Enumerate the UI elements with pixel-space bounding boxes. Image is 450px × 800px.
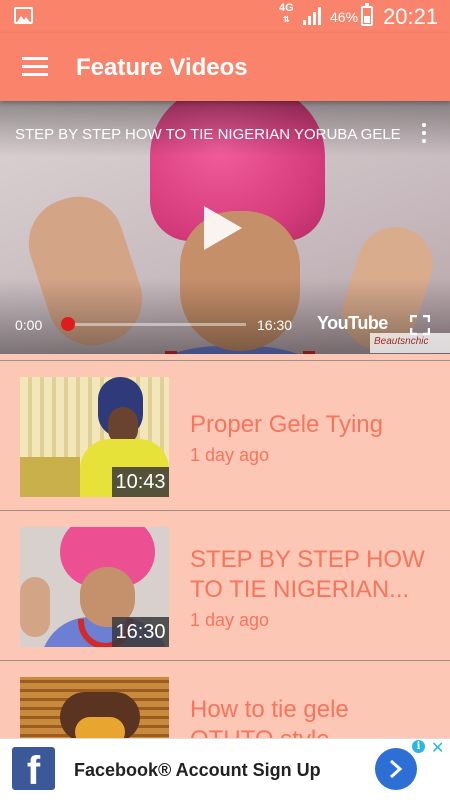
item-title[interactable]: Proper Gele Tying	[190, 410, 430, 440]
seek-handle[interactable]	[61, 317, 75, 331]
battery-percent: 46%	[330, 9, 359, 25]
item-title[interactable]: STEP BY STEP HOW TO TIE NIGERIAN...	[190, 545, 430, 605]
video-list: 10:43 Proper Gele Tying 1 day ago 16:30 …	[0, 360, 450, 800]
app-bar: Feature Videos	[0, 33, 450, 101]
more-options-icon[interactable]	[416, 123, 432, 147]
network-type: 4G	[279, 2, 294, 14]
video-thumbnail[interactable]: 16:30	[20, 527, 169, 647]
video-duration: 16:30	[257, 317, 293, 333]
ad-close-icon[interactable]: ✕	[431, 738, 444, 758]
elapsed-time: 0:00	[15, 317, 43, 333]
fullscreen-icon[interactable]	[410, 315, 430, 335]
list-item[interactable]: 10:43 Proper Gele Tying 1 day ago	[0, 360, 450, 510]
clock: 20:21	[383, 4, 439, 29]
item-title-line2: TO TIE NIGERIAN...	[190, 576, 410, 603]
duration-badge: 16:30	[112, 617, 169, 647]
video-title[interactable]: STEP BY STEP HOW TO TIE NIGERIAN YORUBA …	[15, 126, 405, 143]
battery-icon	[361, 3, 373, 26]
battery-level	[364, 16, 370, 23]
data-activity-icon: ⇅	[282, 15, 290, 24]
youtube-logo[interactable]: YouTube	[317, 313, 388, 334]
list-item[interactable]: 16:30 STEP BY STEP HOW TO TIE NIGERIAN..…	[0, 510, 450, 660]
ad-text[interactable]: Facebook® Account Sign Up	[74, 760, 321, 781]
item-age: 1 day ago	[190, 610, 270, 630]
play-icon[interactable]	[204, 206, 242, 250]
seek-bar[interactable]	[68, 323, 246, 326]
item-age: 1 day ago	[190, 445, 270, 465]
video-thumbnail[interactable]: 10:43	[20, 377, 169, 497]
status-bar: 4G ⇅ 46% 20:21	[0, 0, 450, 33]
network-indicator: 4G ⇅	[279, 3, 294, 25]
item-title-line1: How to tie gele	[190, 696, 349, 723]
page-title: Feature Videos	[76, 54, 248, 81]
channel-watermark: Beautsnchic	[370, 333, 450, 353]
signal-icon	[303, 7, 321, 25]
item-title-line1: STEP BY STEP HOW	[190, 546, 425, 573]
ad-open-button[interactable]	[375, 748, 417, 790]
duration-badge: 10:43	[112, 467, 169, 497]
ad-banner[interactable]: f Facebook® Account Sign Up i ✕	[0, 738, 450, 800]
gallery-notification-icon	[14, 7, 33, 24]
facebook-logo-icon: f	[12, 747, 55, 790]
hamburger-menu-icon[interactable]	[22, 57, 48, 77]
video-player[interactable]: STEP BY STEP HOW TO TIE NIGERIAN YORUBA …	[0, 101, 450, 354]
chevron-right-icon	[390, 759, 403, 779]
ad-info-icon[interactable]: i	[412, 740, 425, 753]
